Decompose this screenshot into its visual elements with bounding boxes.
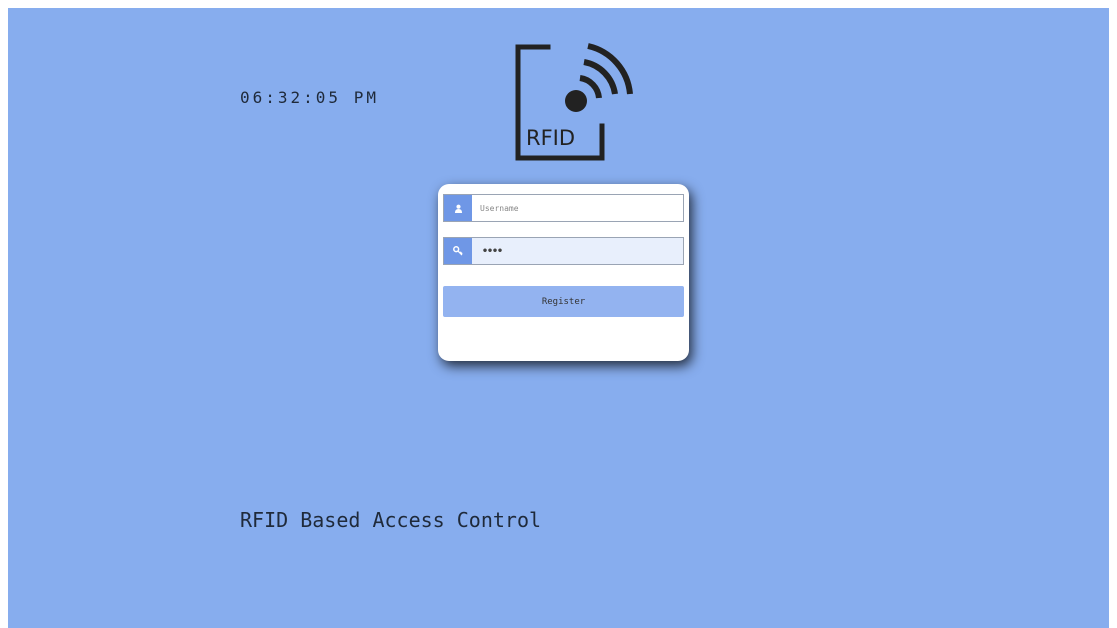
rfid-logo-icon: RFID	[515, 43, 633, 161]
clock: 06:32:05 PM	[240, 88, 379, 107]
username-field[interactable]	[443, 194, 684, 222]
app-screen: 06:32:05 PM RFID Username •••• Register …	[8, 8, 1109, 628]
key-icon	[444, 238, 472, 264]
register-button[interactable]: Register	[443, 286, 684, 317]
password-input[interactable]: ••••	[472, 238, 683, 264]
username-input[interactable]	[472, 195, 683, 221]
logo-text: RFID	[526, 126, 575, 150]
password-field[interactable]: ••••	[443, 237, 684, 265]
login-card: •••• Register	[438, 184, 689, 361]
user-icon	[444, 195, 472, 221]
footer-title: RFID Based Access Control	[240, 508, 542, 532]
